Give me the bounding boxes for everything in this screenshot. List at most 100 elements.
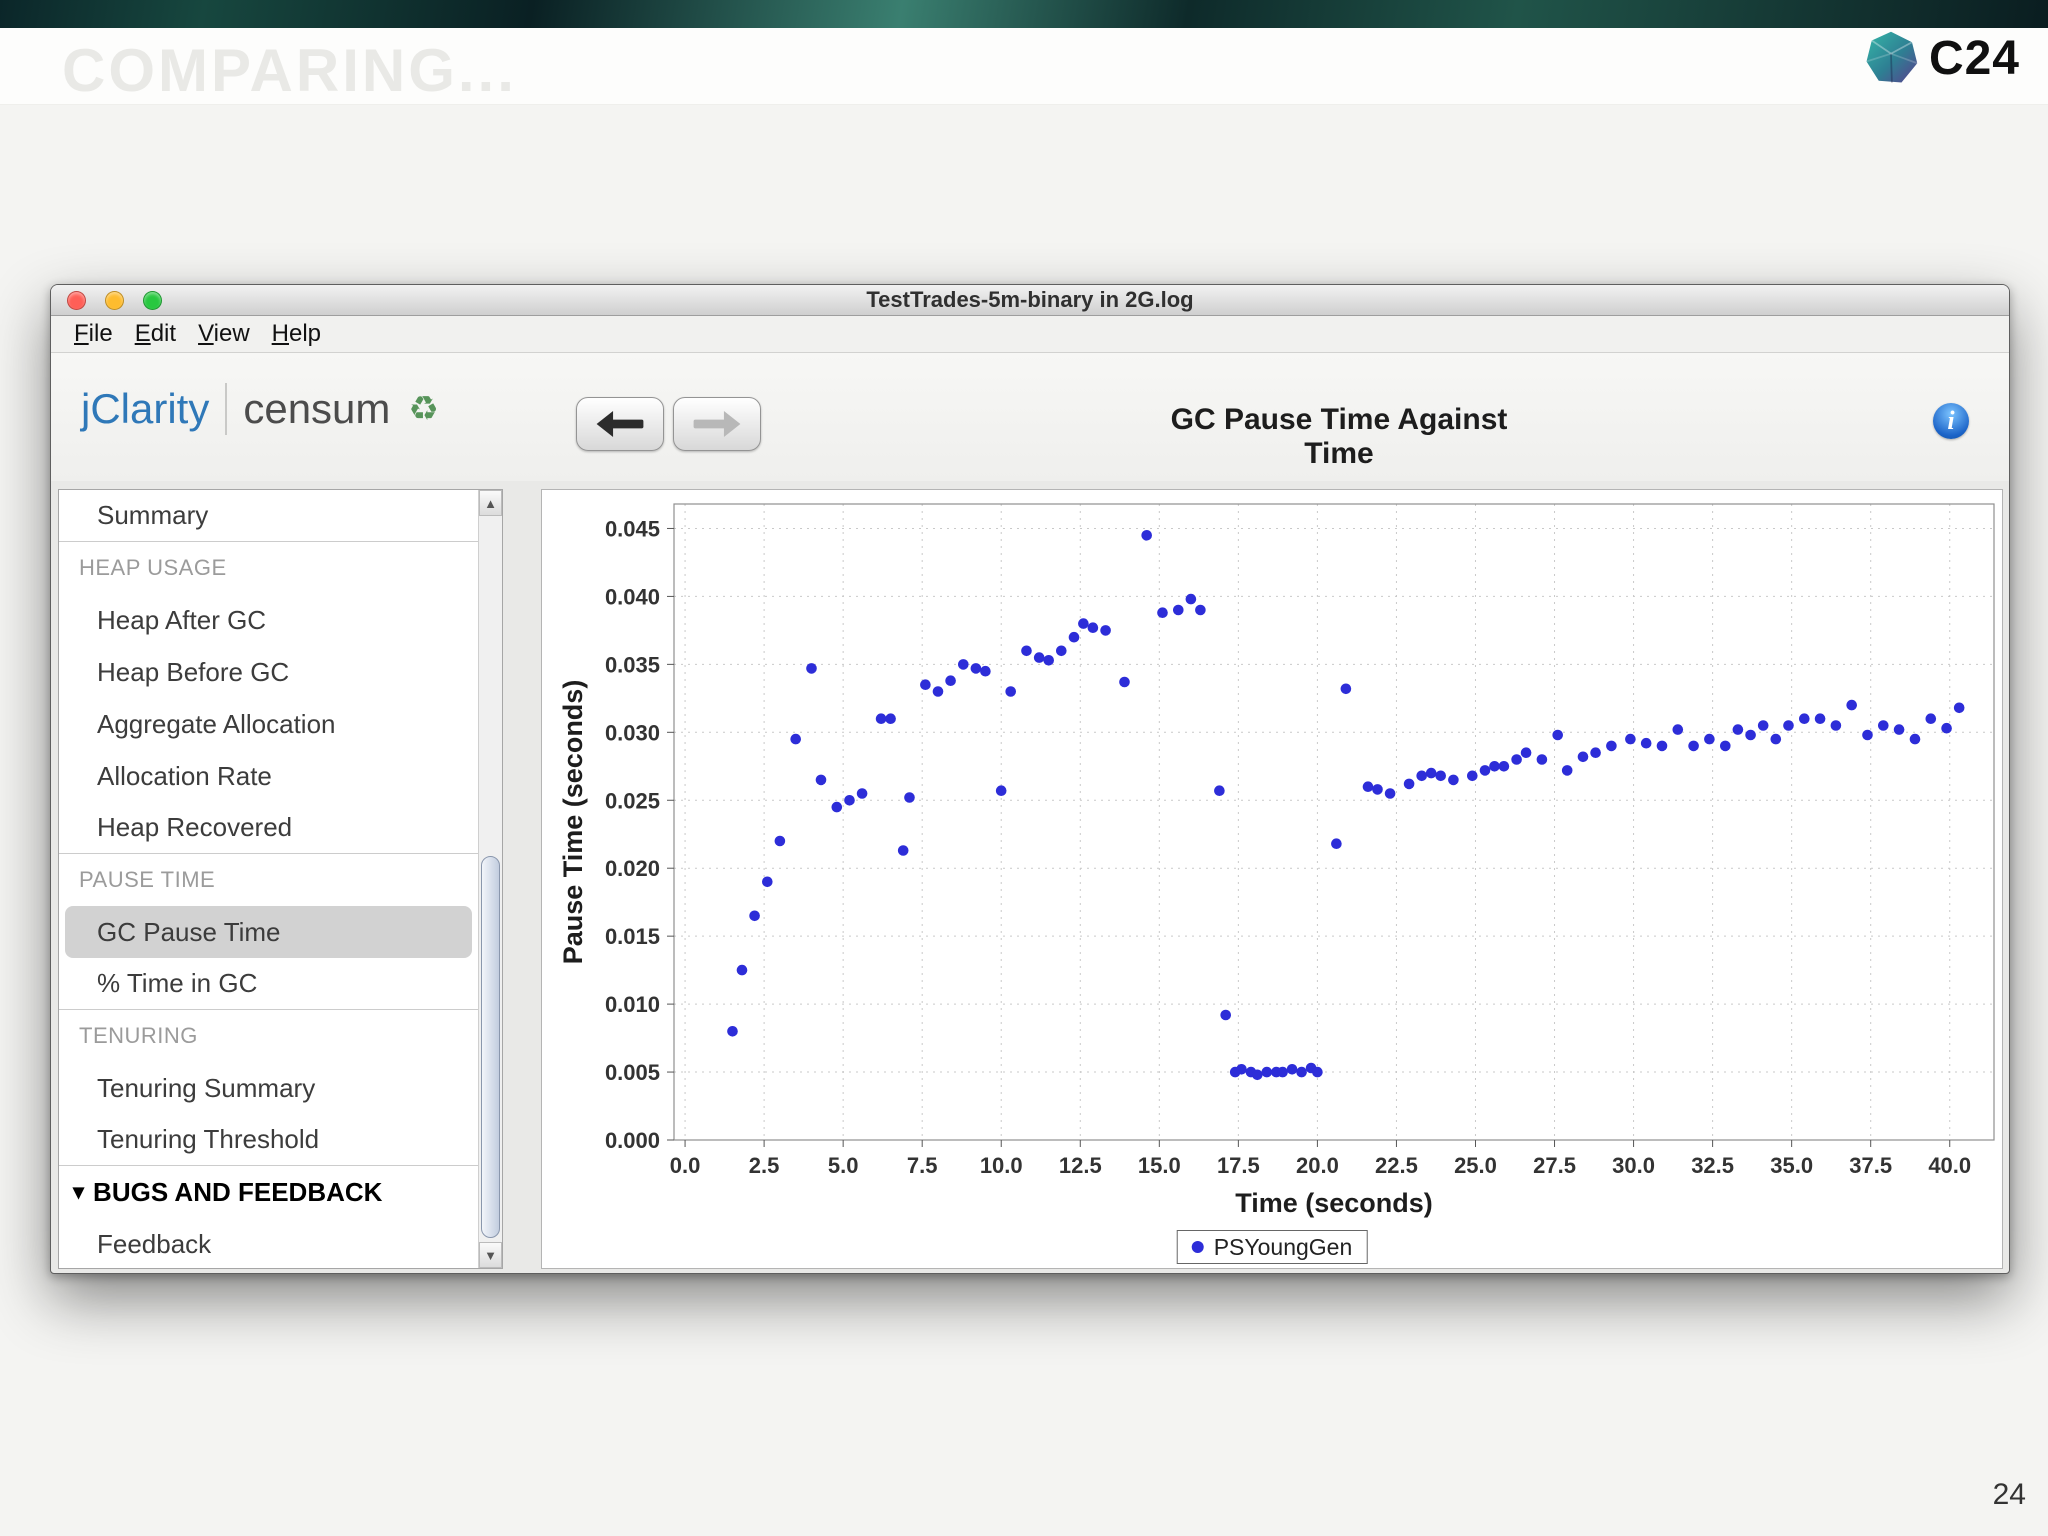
sidebar-label: BUGS AND FEEDBACK bbox=[93, 1176, 383, 1207]
censum-window: TestTrades-5m-binary in 2G.log File Edit V… bbox=[50, 284, 2010, 1274]
c24-logo-icon bbox=[1866, 31, 1918, 83]
scroll-up-button[interactable]: ▲ bbox=[479, 490, 502, 516]
sidebar-item-gc-pause-time[interactable]: GC Pause Time bbox=[65, 906, 472, 958]
menu-edit[interactable]: Edit bbox=[124, 320, 187, 348]
slide-title-watermark: COMPARING... bbox=[62, 37, 517, 104]
sidebar-item-summary[interactable]: Summary bbox=[59, 490, 478, 542]
sidebar-scrollbar[interactable]: ▲ ▼ bbox=[478, 490, 502, 1268]
sidebar-list: Summary HEAP USAGE Heap After GC Heap Befor… bbox=[59, 490, 478, 1268]
sidebar-item-time-in-gc[interactable]: % Time in GC bbox=[59, 958, 478, 1010]
censum-logo-text: censum bbox=[243, 385, 391, 432]
zoom-button[interactable] bbox=[143, 291, 162, 310]
sidebar-label: Tenuring Summary bbox=[97, 1072, 316, 1103]
minimize-button[interactable] bbox=[105, 291, 124, 310]
svg-text:35.0: 35.0 bbox=[1770, 1153, 1813, 1178]
chart-panel[interactable]: 0.0 2.5 5.0 7.5 10.0 12.5 15.0 17.5 20.0 22.5 25.0… bbox=[541, 489, 2003, 1269]
brand: jClarity censum ♻ bbox=[81, 383, 439, 435]
sidebar-section-pause-time: PAUSE TIME bbox=[59, 854, 478, 906]
header-image-strip bbox=[0, 0, 2048, 28]
svg-text:20.0: 20.0 bbox=[1296, 1153, 1339, 1178]
svg-text:25.0: 25.0 bbox=[1454, 1153, 1497, 1178]
svg-text:0.030: 0.030 bbox=[605, 720, 660, 745]
menu-view[interactable]: View bbox=[187, 320, 261, 348]
svg-text:0.005: 0.005 bbox=[605, 1060, 660, 1085]
svg-text:40.0: 40.0 bbox=[1928, 1153, 1971, 1178]
sidebar-label: Summary bbox=[97, 500, 209, 530]
menu-bar: File Edit View Help bbox=[51, 316, 2009, 353]
back-arrow-icon bbox=[596, 411, 644, 437]
svg-text:0.045: 0.045 bbox=[605, 516, 660, 541]
sidebar-label: GC Pause Time bbox=[97, 916, 281, 947]
svg-text:32.5: 32.5 bbox=[1691, 1153, 1734, 1178]
recycle-bin-icon: ♻ bbox=[408, 390, 439, 428]
svg-text:2.5: 2.5 bbox=[749, 1153, 780, 1178]
svg-text:0.025: 0.025 bbox=[605, 788, 660, 813]
scrollbar-thumb[interactable] bbox=[481, 856, 500, 1238]
svg-text:0.040: 0.040 bbox=[605, 584, 660, 609]
toolbar: jClarity censum ♻ GC Pause Time Against … bbox=[51, 353, 2009, 481]
svg-text:12.5: 12.5 bbox=[1059, 1153, 1102, 1178]
svg-text:0.010: 0.010 bbox=[605, 992, 660, 1017]
svg-text:7.5: 7.5 bbox=[907, 1153, 938, 1178]
info-icon[interactable]: i bbox=[1933, 403, 1969, 439]
svg-text:17.5: 17.5 bbox=[1217, 1153, 1260, 1178]
sidebar-label: Heap After GC bbox=[97, 604, 267, 635]
sidebar-item-heap-recovered[interactable]: Heap Recovered bbox=[59, 802, 478, 854]
svg-text:0.035: 0.035 bbox=[605, 652, 660, 677]
svg-text:30.0: 30.0 bbox=[1612, 1153, 1655, 1178]
sidebar-item-tenuring-summary[interactable]: Tenuring Summary bbox=[59, 1062, 478, 1114]
sidebar-item-heap-after-gc[interactable]: Heap After GC bbox=[59, 594, 478, 646]
menu-file[interactable]: File bbox=[63, 320, 124, 348]
forward-arrow-icon bbox=[693, 411, 741, 437]
svg-text:22.5: 22.5 bbox=[1375, 1153, 1418, 1178]
sidebar-label: % Time in GC bbox=[97, 968, 258, 998]
svg-text:27.5: 27.5 bbox=[1533, 1153, 1576, 1178]
c24-logo: C24 bbox=[1863, 30, 2020, 86]
close-button[interactable] bbox=[67, 291, 86, 310]
sidebar-item-allocation-rate[interactable]: Allocation Rate bbox=[59, 750, 478, 802]
c24-logo-text: C24 bbox=[1928, 31, 2020, 85]
sidebar-section-heap-usage: HEAP USAGE bbox=[59, 542, 478, 594]
svg-text:0.0: 0.0 bbox=[670, 1153, 701, 1178]
sidebar-item-tenuring-threshold[interactable]: Tenuring Threshold bbox=[59, 1114, 478, 1166]
window-title: TestTrades-5m-binary in 2G.log bbox=[866, 287, 1194, 312]
sidebar-label: Heap Recovered bbox=[97, 812, 293, 842]
legend-marker-icon bbox=[1191, 1241, 1204, 1253]
disclosure-triangle-icon[interactable]: ▾ bbox=[73, 1179, 84, 1205]
sidebar-label: Heap Before GC bbox=[97, 656, 290, 687]
svg-text:37.5: 37.5 bbox=[1849, 1153, 1892, 1178]
svg-text:Time (seconds): Time (seconds) bbox=[1235, 1188, 1433, 1218]
svg-text:10.0: 10.0 bbox=[980, 1153, 1023, 1178]
back-button[interactable] bbox=[576, 397, 664, 451]
sidebar-item-bugs-and-feedback[interactable]: ▾ BUGS AND FEEDBACK bbox=[59, 1166, 478, 1218]
svg-text:0.020: 0.020 bbox=[605, 856, 660, 881]
sidebar-item-heap-before-gc[interactable]: Heap Before GC bbox=[59, 646, 478, 698]
sidebar: Summary HEAP USAGE Heap After GC Heap Befor… bbox=[58, 489, 503, 1269]
traffic-lights bbox=[67, 291, 162, 310]
menu-help[interactable]: Help bbox=[261, 320, 332, 348]
sidebar-label: Allocation Rate bbox=[97, 760, 272, 791]
sidebar-label: Aggregate Allocation bbox=[97, 708, 336, 739]
legend-label: PSYoungGen bbox=[1213, 1233, 1353, 1260]
scatter-points bbox=[727, 530, 1965, 1081]
window-titlebar[interactable]: TestTrades-5m-binary in 2G.log bbox=[51, 285, 2009, 316]
sidebar-item-aggregate-allocation[interactable]: Aggregate Allocation bbox=[59, 698, 478, 750]
svg-text:0.000: 0.000 bbox=[605, 1128, 660, 1153]
sidebar-section-tenuring: TENURING bbox=[59, 1010, 478, 1062]
scroll-down-button[interactable]: ▼ bbox=[479, 1242, 502, 1268]
brand-separator bbox=[225, 383, 228, 435]
sidebar-item-feedback[interactable]: Feedback bbox=[59, 1218, 478, 1270]
chart-legend: PSYoungGen bbox=[1176, 1230, 1368, 1264]
svg-text:15.0: 15.0 bbox=[1138, 1153, 1181, 1178]
svg-text:Pause Time (seconds): Pause Time (seconds) bbox=[558, 680, 588, 965]
jclarity-logo-text: jClarity bbox=[81, 385, 210, 432]
slide: COMPARING... C24 24 TestTrades-5m-binary… bbox=[0, 0, 2048, 1536]
sidebar-label: PAUSE TIME bbox=[79, 867, 216, 892]
scatter-plot: 0.0 2.5 5.0 7.5 10.0 12.5 15.0 17.5 20.0 22.5 25.0… bbox=[558, 503, 1995, 1218]
page-number: 24 bbox=[1992, 1478, 2026, 1511]
forward-button[interactable] bbox=[673, 397, 761, 451]
sidebar-label: HEAP USAGE bbox=[79, 555, 227, 580]
svg-text:5.0: 5.0 bbox=[828, 1153, 859, 1178]
svg-text:0.015: 0.015 bbox=[605, 924, 660, 949]
sidebar-label: TENURING bbox=[79, 1023, 198, 1048]
